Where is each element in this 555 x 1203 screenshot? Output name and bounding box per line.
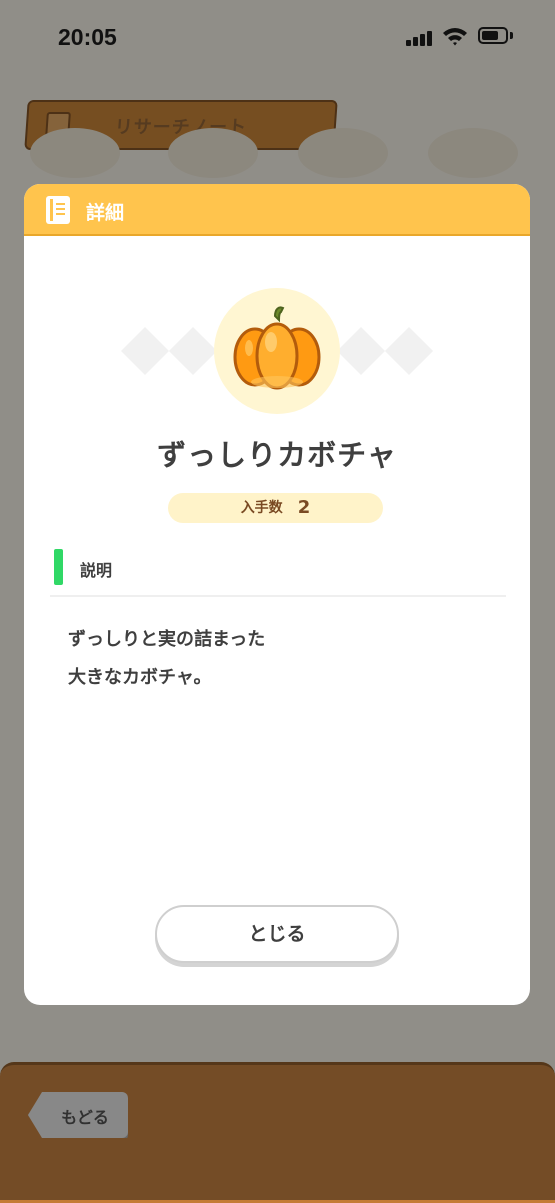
decorative-diamond [336, 326, 386, 376]
status-time: 20:05 [58, 24, 117, 50]
acquired-count-label: 入手数 [240, 500, 283, 516]
battery-icon [478, 27, 508, 44]
detail-modal: 詳細 ずっしりカボチャ 入手数 2 説明 ずっしりと実の詰まった 大きなカボチャ… [24, 184, 530, 1005]
signal-icon [406, 30, 434, 46]
acquired-count-value: 2 [297, 497, 311, 518]
close-button-label: とじる [248, 923, 306, 945]
notebook-icon [46, 196, 70, 224]
item-description: ずっしりと実の詰まった 大きなカボチャ。 [68, 621, 488, 697]
item-name: ずっしりカボチャ [157, 438, 397, 472]
description-line: ずっしりと実の詰まった [68, 629, 266, 650]
pumpkin-icon [233, 306, 321, 390]
description-heading: 説明 [80, 561, 113, 580]
battery-cap [510, 32, 513, 39]
modal-header: 詳細 [24, 184, 530, 236]
acquired-count-badge: 入手数 2 [168, 493, 383, 523]
modal-title: 詳細 [86, 202, 125, 224]
decorative-diamond [384, 326, 434, 376]
section-divider [50, 595, 506, 597]
description-line: 大きなカボチャ。 [68, 667, 212, 688]
decorative-diamond [168, 326, 218, 376]
wifi-icon [443, 28, 467, 46]
section-accent-bar [54, 549, 63, 585]
decorative-diamond [120, 326, 170, 376]
close-button[interactable]: とじる [155, 905, 399, 963]
